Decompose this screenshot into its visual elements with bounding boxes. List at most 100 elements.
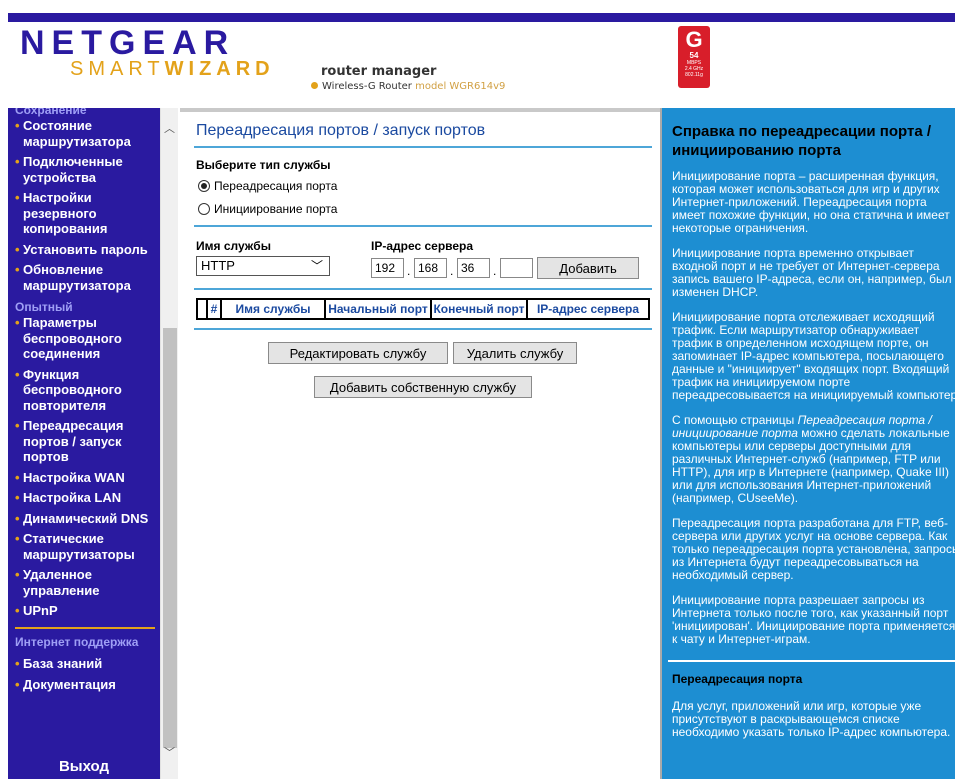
table-header-server-ip: IP-адрес сервера bbox=[536, 302, 640, 316]
bullet-icon: • bbox=[15, 469, 20, 485]
radio-port-triggering[interactable]: Инициирование порта bbox=[198, 202, 337, 216]
sidebar-group-maintenance: Сохранение bbox=[15, 108, 87, 117]
help-paragraph: Инициирование порта разрешает запросы из… bbox=[672, 593, 955, 646]
bullet-icon: • bbox=[15, 366, 20, 382]
edit-service-button[interactable]: Редактировать службу bbox=[268, 342, 448, 364]
divider bbox=[194, 146, 652, 148]
bullet-icon: • bbox=[15, 490, 20, 505]
sidebar-item-label: Настройка LAN bbox=[23, 490, 122, 505]
sidebar-item-set-password[interactable]: • Установить пароль bbox=[8, 242, 160, 258]
bullet-icon: • bbox=[15, 655, 20, 671]
page-title: Переадресация портов / запуск портов bbox=[196, 122, 486, 139]
sidebar-item-knowledge-base[interactable]: • База знаний bbox=[8, 656, 160, 672]
sidebar-item-label: Переадресация портов / запуск портов bbox=[23, 418, 124, 464]
ip-octet-3[interactable]: 36 bbox=[457, 258, 490, 278]
bullet-icon: • bbox=[15, 567, 20, 582]
sidebar-item-dynamic-dns[interactable]: • Динамический DNS bbox=[8, 511, 160, 527]
scroll-up-icon[interactable]: ︿ bbox=[164, 120, 175, 136]
help-paragraph: С помощью страницы Переадресация порта /… bbox=[672, 414, 955, 505]
help-paragraph: Инициирование порта – расширенная функци… bbox=[672, 169, 950, 235]
service-name-label: Имя службы bbox=[196, 239, 271, 253]
sidebar-item-static-routes[interactable]: • Статические маршрутизаторы bbox=[8, 531, 160, 562]
radio-label: Переадресация порта bbox=[214, 179, 338, 193]
help-subtitle: Переадресация порта bbox=[672, 672, 803, 686]
sidebar-item-label: UPnP bbox=[23, 603, 58, 618]
router-model-line: Wireless-G Router model WGR614v9 bbox=[311, 81, 505, 92]
sidebar-nav: Сохранение • Состояние маршрутизатора • По… bbox=[8, 108, 160, 779]
sidebar-item-wireless-settings[interactable]: • Параметры беспроводного соединения bbox=[8, 315, 160, 362]
bullet-icon: • bbox=[15, 603, 20, 618]
help-title: Справка по переадресации порта / инициир… bbox=[672, 123, 932, 159]
badge-speed: 54 bbox=[689, 51, 699, 60]
sidebar-group-support: Интернет поддержка bbox=[15, 634, 139, 649]
scrollbar-thumb[interactable] bbox=[163, 328, 177, 748]
sidebar-item-label: Удаленное управление bbox=[23, 567, 100, 598]
radio-port-forwarding[interactable]: Переадресация порта bbox=[198, 179, 337, 193]
product-name: Wireless-G Router bbox=[322, 81, 412, 92]
sidebar-item-attached-devices[interactable]: • Подключенные устройства bbox=[8, 154, 160, 185]
logout-link[interactable]: Выход bbox=[8, 758, 160, 775]
badge-standard: 802.11g bbox=[685, 72, 703, 78]
select-value: HTTP bbox=[201, 258, 235, 273]
radio-unchecked-icon[interactable] bbox=[198, 203, 210, 215]
sidebar-item-router-upgrade[interactable]: • Обновление маршрутизатора bbox=[8, 262, 160, 293]
sidebar-item-remote-management[interactable]: • Удаленное управление bbox=[8, 567, 160, 598]
radio-checked-icon[interactable] bbox=[198, 180, 210, 192]
smartwizard-logo: SMARTWIZARD bbox=[70, 58, 275, 81]
ip-octet-2[interactable]: 168 bbox=[414, 258, 447, 278]
table-header-number: # bbox=[208, 300, 222, 318]
sidebar-item-lan-setup[interactable]: • Настройка LAN bbox=[8, 490, 160, 506]
bullet-icon: • bbox=[15, 241, 20, 257]
table-select-column bbox=[198, 300, 208, 318]
scroll-down-icon[interactable]: ﹀ bbox=[164, 744, 175, 760]
sidebar-item-label: Статические маршрутизаторы bbox=[23, 531, 135, 562]
bullet-icon: • bbox=[15, 531, 20, 546]
help-text: С помощью страницы bbox=[672, 413, 798, 427]
sidebar-item-label: Состояние маршрутизатора bbox=[23, 118, 131, 149]
help-divider bbox=[668, 660, 955, 662]
table-header-service-name: Имя службы bbox=[222, 300, 326, 318]
sidebar-item-label: Параметры беспроводного соединения bbox=[23, 315, 122, 361]
add-button[interactable]: Добавить bbox=[537, 257, 639, 279]
sidebar-item-label: Подключенные устройства bbox=[23, 154, 123, 185]
table-header-start-port: Начальный порт bbox=[326, 300, 432, 318]
sidebar-item-wan-setup[interactable]: • Настройка WAN bbox=[8, 470, 160, 486]
ip-octet-1[interactable]: 192 bbox=[371, 258, 404, 278]
radio-label: Инициирование порта bbox=[214, 202, 338, 216]
service-name-select[interactable]: HTTP ﹀ bbox=[196, 256, 330, 276]
bullet-icon: • bbox=[15, 677, 20, 692]
sidebar-item-backup-settings[interactable]: • Настройки резервного копирования bbox=[8, 190, 160, 237]
router-manager-label: router manager bbox=[321, 64, 437, 79]
top-margin bbox=[0, 0, 955, 22]
sidebar-item-upnp[interactable]: • UPnP bbox=[8, 603, 160, 619]
divider bbox=[194, 288, 652, 290]
server-ip-label: IP-адрес сервера bbox=[371, 239, 474, 253]
sidebar-scrollbar[interactable]: ︿ ﹀ bbox=[160, 108, 178, 779]
sidebar-item-label: Настройка WAN bbox=[23, 469, 125, 485]
header-stripe bbox=[8, 13, 955, 22]
service-type-label: Выберите тип службы bbox=[196, 158, 331, 172]
sidebar-item-label: Настройки резервного копирования bbox=[23, 190, 108, 236]
bullet-icon: • bbox=[15, 154, 20, 169]
sidebar-item-label: Документация bbox=[23, 677, 116, 692]
sidebar-item-wireless-repeater[interactable]: • Функция беспроводного повторителя bbox=[8, 367, 160, 414]
sidebar-item-documentation[interactable]: • Документация bbox=[8, 677, 160, 693]
sidebar-item-label: Функция беспроводного повторителя bbox=[23, 366, 122, 413]
ip-octet-4[interactable] bbox=[500, 258, 533, 278]
sidebar-item-port-forwarding[interactable]: • Переадресация портов / запуск портов bbox=[8, 418, 160, 465]
ip-separator: . bbox=[407, 264, 411, 278]
service-table: # Имя службы Начальный порт Конечный пор… bbox=[196, 298, 650, 320]
sidebar-group-advanced: Опытный bbox=[15, 300, 73, 314]
wizard-text: WIZARD bbox=[164, 58, 275, 80]
main-content: Переадресация портов / запуск портов Выб… bbox=[186, 108, 656, 779]
add-custom-service-button[interactable]: Добавить собственную службу bbox=[314, 376, 532, 398]
ip-separator: . bbox=[450, 264, 454, 278]
delete-service-button[interactable]: Удалить службу bbox=[453, 342, 577, 364]
table-header-end-port: Конечный порт bbox=[432, 300, 528, 318]
bullet-icon: • bbox=[15, 418, 20, 433]
help-paragraph: Инициирование порта временно открывает в… bbox=[672, 246, 952, 299]
sidebar-item-label: Установить пароль bbox=[23, 241, 148, 257]
sidebar-item-router-status[interactable]: • Состояние маршрутизатора bbox=[8, 118, 160, 149]
sidebar-item-label: Динамический DNS bbox=[23, 510, 149, 526]
bullet-icon: • bbox=[15, 118, 20, 133]
